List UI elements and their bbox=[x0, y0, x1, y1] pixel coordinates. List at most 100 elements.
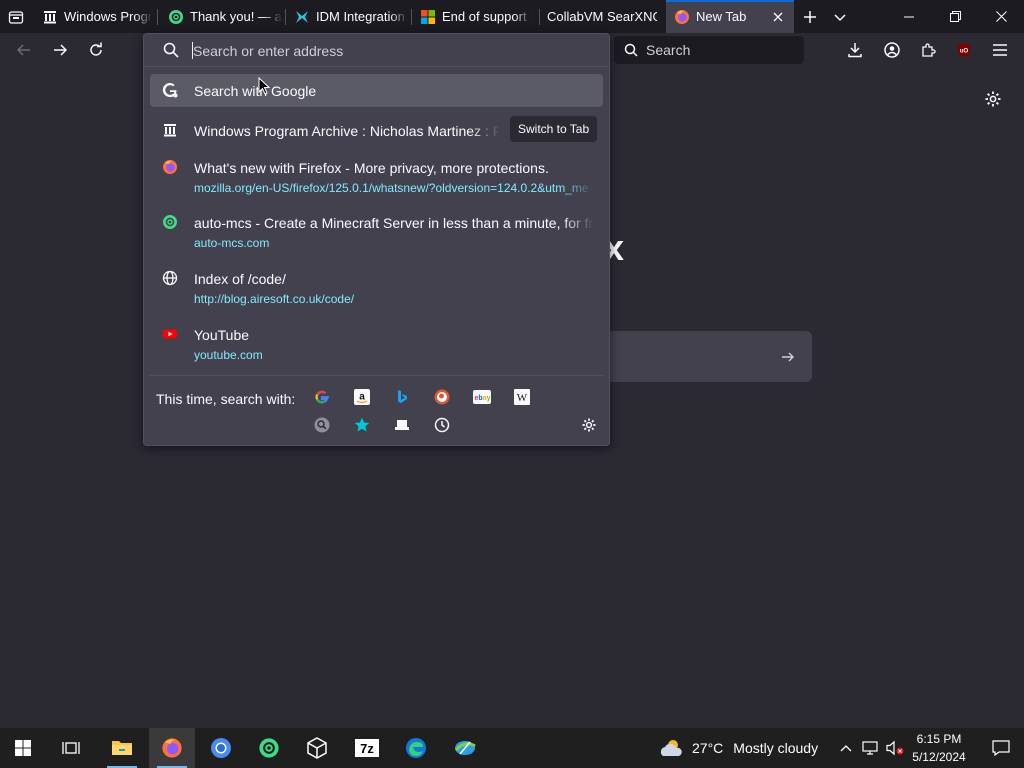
google-icon bbox=[315, 390, 329, 404]
minimize-button[interactable] bbox=[886, 0, 932, 33]
windows-taskbar: 7z 27°C Mostly cloudy 6:15 PM 5/12/2024 bbox=[0, 728, 1024, 768]
youtube-icon bbox=[162, 326, 178, 342]
google-engine-button[interactable] bbox=[312, 387, 332, 407]
edge-icon bbox=[406, 738, 426, 758]
account-button[interactable] bbox=[880, 38, 904, 62]
svg-text:7z: 7z bbox=[360, 741, 374, 756]
virtualbox-taskbar-button[interactable] bbox=[294, 728, 340, 768]
bookmarks-mode-button[interactable] bbox=[352, 415, 372, 435]
svg-text:ebay: ebay bbox=[475, 395, 491, 402]
firefox-view-icon bbox=[8, 11, 24, 24]
app-menu-button[interactable] bbox=[988, 38, 1012, 62]
customize-button[interactable] bbox=[981, 87, 1005, 111]
gear-icon bbox=[582, 418, 596, 432]
gear-icon bbox=[985, 91, 1001, 107]
new-tab-button[interactable] bbox=[798, 5, 822, 29]
tab-new-tab[interactable]: New Tab bbox=[666, 0, 794, 33]
result-url: youtube.com bbox=[194, 348, 263, 362]
extensions-button[interactable] bbox=[916, 38, 940, 62]
ebay-engine-button[interactable]: ebay bbox=[472, 387, 492, 407]
urlbar-dropdown: Search with Google Windows Program Archi… bbox=[143, 33, 610, 446]
tab-windows-program-archive[interactable]: Windows Program Archive bbox=[34, 0, 158, 33]
back-arrow-icon bbox=[16, 44, 30, 56]
svg-text:W: W bbox=[517, 392, 528, 404]
tabs-mode-button[interactable] bbox=[392, 415, 412, 435]
history-mode-button[interactable] bbox=[432, 415, 452, 435]
idm-icon bbox=[294, 9, 310, 25]
show-hidden-icons-button[interactable] bbox=[838, 740, 854, 756]
task-view-button[interactable] bbox=[48, 728, 94, 768]
wikipedia-icon: W bbox=[514, 389, 530, 405]
cloudy-weather-icon bbox=[660, 740, 682, 756]
close-tab-button[interactable] bbox=[770, 9, 786, 25]
urlbar-result-search-google[interactable]: Search with Google bbox=[150, 74, 603, 107]
duckduckgo-engine-button[interactable] bbox=[432, 387, 452, 407]
wikipedia-engine-button[interactable]: W bbox=[512, 387, 532, 407]
clock-time: 6:15 PM bbox=[916, 732, 962, 746]
back-button[interactable] bbox=[12, 38, 36, 62]
firefox-taskbar-button[interactable] bbox=[149, 728, 195, 768]
tab-collabvm-searxng[interactable]: CollabVM SearXNG bbox=[540, 0, 666, 33]
result-title: Windows Program Archive : Nicholas Marti… bbox=[194, 123, 500, 139]
tab-idm-integration[interactable]: IDM Integration bbox=[286, 0, 412, 33]
weather-description: Mostly cloudy bbox=[733, 740, 819, 756]
start-button[interactable] bbox=[0, 728, 46, 768]
close-window-button[interactable] bbox=[978, 0, 1024, 33]
result-title: Index of /code/ bbox=[194, 271, 286, 287]
system-clock[interactable]: 6:15 PM 5/12/2024 bbox=[908, 730, 970, 766]
chromium-icon bbox=[211, 738, 231, 758]
text-caret bbox=[192, 42, 193, 59]
download-icon bbox=[848, 43, 862, 58]
search-settings-button[interactable] bbox=[579, 415, 599, 435]
search-bar-placeholder: Search bbox=[646, 42, 691, 58]
restore-button[interactable] bbox=[932, 0, 978, 33]
urlbar-result-history[interactable]: Index of /code/ http://blog.airesoft.co.… bbox=[150, 263, 603, 311]
idm-taskbar-button[interactable] bbox=[442, 728, 488, 768]
ublock-origin-button[interactable]: uO bbox=[952, 38, 976, 62]
bing-engine-button[interactable] bbox=[392, 387, 412, 407]
urlbar-input[interactable] bbox=[193, 40, 593, 62]
chevron-down-icon bbox=[834, 14, 846, 22]
tab-end-of-support[interactable]: End of support fo bbox=[412, 0, 540, 33]
amazon-engine-button[interactable]: a bbox=[352, 387, 372, 407]
search-mode-button[interactable] bbox=[312, 415, 332, 435]
urlbar-result-open-tab[interactable]: Windows Program Archive : Nicholas Marti… bbox=[150, 114, 603, 147]
urlbar-result-history[interactable]: What's new with Firefox - More privacy, … bbox=[150, 152, 603, 200]
edge-taskbar-button[interactable] bbox=[393, 728, 439, 768]
chromium-taskbar-button[interactable] bbox=[198, 728, 244, 768]
account-icon bbox=[884, 42, 900, 58]
firefox-icon bbox=[162, 738, 182, 758]
file-explorer-button[interactable] bbox=[99, 728, 145, 768]
network-status-button[interactable] bbox=[862, 740, 880, 756]
restore-icon bbox=[949, 11, 961, 22]
svg-text:uO: uO bbox=[960, 49, 969, 55]
tab-label: IDM Integration bbox=[316, 9, 405, 24]
tab-label: Windows Program Archive bbox=[64, 9, 152, 24]
urlbar-result-history[interactable]: auto-mcs - Create a Minecraft Server in … bbox=[150, 207, 603, 255]
firefox-view-button[interactable] bbox=[4, 5, 28, 29]
tab-auto-mcs[interactable]: Thank you! — auto-mcs bbox=[158, 0, 286, 33]
firefox-icon bbox=[674, 9, 690, 25]
action-center-button[interactable] bbox=[978, 728, 1024, 768]
reload-button[interactable] bbox=[84, 38, 108, 62]
forward-button[interactable] bbox=[48, 38, 72, 62]
7zip-taskbar-button[interactable]: 7z bbox=[344, 728, 390, 768]
list-all-tabs-button[interactable] bbox=[828, 5, 852, 29]
minimize-icon bbox=[904, 16, 914, 17]
weather-widget[interactable]: 27°C Mostly cloudy bbox=[658, 737, 818, 759]
notification-icon bbox=[992, 740, 1010, 756]
volume-button[interactable] bbox=[886, 740, 904, 756]
task-view-icon bbox=[62, 742, 80, 754]
search-icon bbox=[624, 43, 638, 57]
idm-icon bbox=[454, 741, 476, 755]
reload-icon bbox=[90, 42, 102, 56]
auto-mcs-taskbar-button[interactable] bbox=[246, 728, 292, 768]
tab-label: Thank you! — auto-mcs bbox=[190, 9, 282, 24]
switch-to-tab-button[interactable]: Switch to Tab bbox=[510, 116, 598, 142]
search-bar[interactable]: Search bbox=[614, 36, 804, 64]
urlbar-result-history[interactable]: YouTube youtube.com bbox=[150, 319, 603, 367]
result-title: auto-mcs - Create a Minecraft Server in … bbox=[194, 215, 594, 231]
google-icon bbox=[162, 82, 178, 98]
search-icon bbox=[314, 417, 330, 433]
downloads-button[interactable] bbox=[843, 38, 867, 62]
